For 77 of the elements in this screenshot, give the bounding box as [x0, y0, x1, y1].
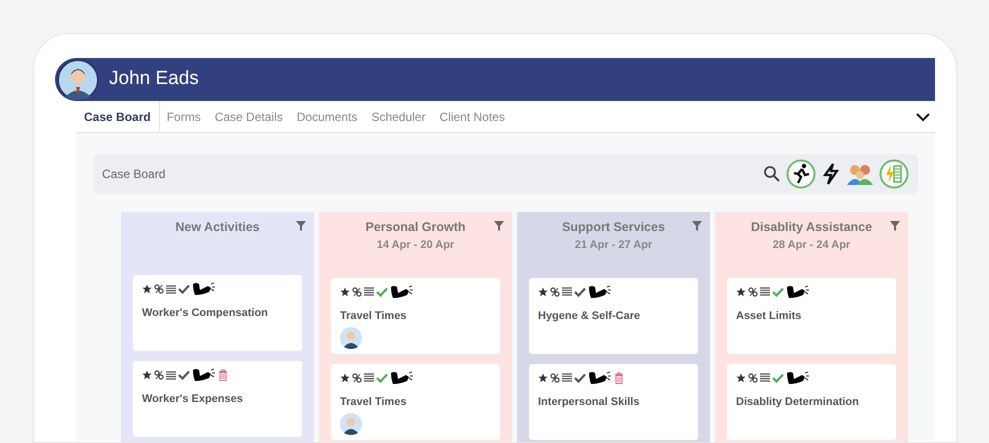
list-icon[interactable]	[166, 284, 176, 294]
boot-icon[interactable]	[786, 284, 810, 298]
date-range: 28 Apr - 24 Apr	[772, 238, 850, 253]
star-icon[interactable]	[340, 286, 350, 296]
activity-card[interactable]: Disablity Determination	[727, 364, 896, 440]
list-icon[interactable]	[166, 370, 176, 380]
filter-icon[interactable]	[296, 221, 306, 231]
boot-icon[interactable]	[786, 370, 810, 384]
boot-icon[interactable]	[390, 284, 414, 298]
activity-card[interactable]: Asset Limits	[727, 278, 896, 354]
boot-icon[interactable]	[588, 284, 612, 298]
link-icon[interactable]	[154, 370, 164, 380]
activity-card[interactable]: Worker's Expenses	[133, 361, 302, 437]
user-avatar	[57, 59, 99, 101]
link-icon[interactable]	[748, 372, 758, 382]
check-icon[interactable]	[178, 284, 190, 294]
activity-card[interactable]: Travel Times	[331, 278, 500, 354]
link-icon[interactable]	[352, 372, 362, 382]
card-title: Hygene & Self-Care	[538, 308, 642, 322]
list-icon[interactable]	[364, 287, 374, 296]
link-icon[interactable]	[352, 286, 362, 296]
star-icon[interactable]	[736, 286, 746, 296]
filter-icon[interactable]	[692, 221, 702, 231]
check-icon[interactable]	[772, 286, 784, 296]
check-icon[interactable]	[376, 286, 388, 296]
star-icon[interactable]	[142, 370, 152, 380]
board-title: Case Board	[102, 166, 166, 183]
lightning-icon[interactable]	[821, 162, 841, 186]
column-title: Personal Growth	[365, 219, 466, 235]
card-title: Travel Times	[340, 394, 408, 408]
check-icon[interactable]	[376, 372, 388, 382]
date-range: 21 Apr - 27 Apr	[574, 238, 652, 253]
card-title: Travel Times	[340, 308, 408, 322]
link-icon[interactable]	[154, 284, 164, 294]
list-icon[interactable]	[562, 373, 572, 382]
column-title: Support Services	[562, 219, 665, 235]
filter-icon[interactable]	[890, 221, 900, 231]
star-icon[interactable]	[340, 372, 350, 382]
card-title: Worker's Compensation	[142, 306, 269, 320]
activity-card[interactable]: Worker's Compensation	[133, 275, 302, 351]
card-title: Worker's Expenses	[142, 392, 244, 406]
link-icon[interactable]	[748, 286, 758, 296]
star-icon[interactable]	[142, 284, 152, 294]
star-icon[interactable]	[538, 372, 548, 382]
list-icon[interactable]	[760, 373, 770, 382]
activity-card[interactable]: Travel Times	[331, 364, 500, 440]
column-title: New Activities	[175, 219, 260, 235]
check-icon[interactable]	[574, 372, 586, 382]
running-person-icon[interactable]	[786, 159, 816, 189]
boot-icon[interactable]	[390, 370, 414, 384]
star-icon[interactable]	[736, 372, 746, 382]
link-icon[interactable]	[550, 372, 560, 382]
boot-icon[interactable]	[192, 368, 216, 382]
boot-icon[interactable]	[588, 370, 612, 384]
list-icon[interactable]	[760, 287, 770, 296]
link-icon[interactable]	[550, 286, 560, 296]
column-title: Disablity Assistance	[750, 219, 872, 235]
card-title: Asset Limits	[736, 308, 802, 322]
trash-icon[interactable]	[614, 372, 624, 384]
chevron-down-icon[interactable]	[915, 112, 931, 122]
filter-icon[interactable]	[494, 221, 504, 231]
list-icon[interactable]	[364, 373, 374, 382]
trash-icon[interactable]	[218, 369, 228, 381]
battery-charging-icon[interactable]	[879, 159, 909, 189]
card-title: Interpersonal Skills	[538, 394, 640, 408]
client-name: John Eads	[109, 67, 199, 92]
check-icon[interactable]	[772, 372, 784, 382]
activity-card[interactable]: Interpersonal Skills	[529, 364, 698, 440]
date-range: 14 Apr - 20 Apr	[376, 238, 454, 253]
check-icon[interactable]	[178, 370, 190, 380]
search-icon[interactable]	[763, 165, 781, 183]
star-icon[interactable]	[538, 286, 548, 296]
list-icon[interactable]	[562, 287, 572, 296]
activity-card[interactable]: Hygene & Self-Care	[529, 278, 698, 354]
check-icon[interactable]	[574, 286, 586, 296]
boot-icon[interactable]	[192, 282, 216, 296]
card-title: Disablity Determination	[736, 394, 860, 408]
